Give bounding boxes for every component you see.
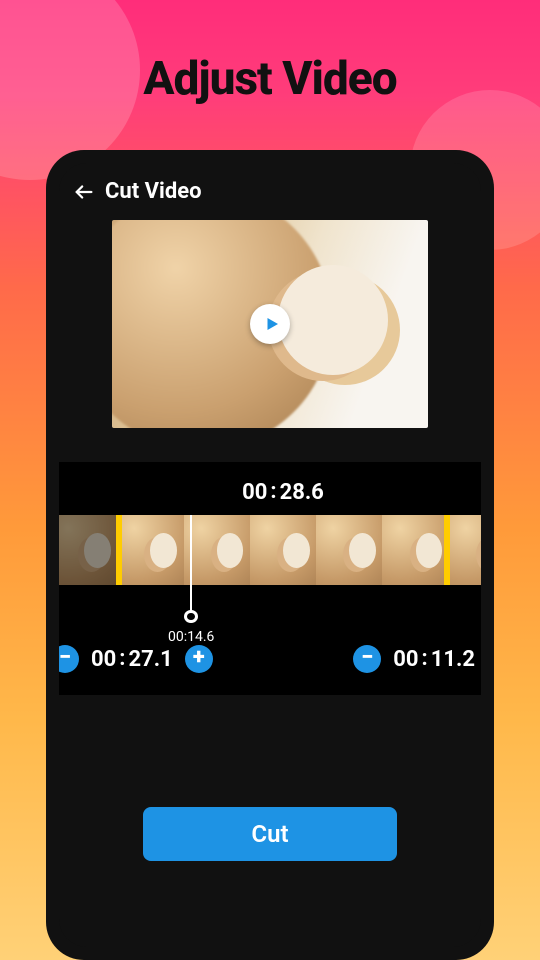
phone-frame: Cut Video 00:28.6 [46, 150, 494, 960]
end-time-value: 00:11.2 [393, 647, 475, 672]
app-bar: Cut Video [59, 163, 481, 212]
back-arrow-icon[interactable] [73, 181, 95, 203]
selection-end-handle[interactable] [444, 515, 450, 585]
trim-controls: − 00:27.1 + − 00:11.2 + [59, 645, 481, 673]
end-ss: 11.2 [431, 647, 475, 672]
playhead-line [190, 515, 192, 614]
duration-mm: 00 [242, 480, 267, 505]
timeline-thumb [449, 515, 481, 585]
selection-start-handle[interactable] [116, 515, 122, 585]
start-mm: 00 [91, 647, 116, 672]
timeline-thumb [250, 515, 316, 585]
end-time-control: − 00:11.2 + [353, 645, 481, 673]
total-duration: 00:28.6 [59, 480, 481, 505]
plus-icon: + [193, 647, 205, 669]
playhead[interactable]: 00:14.6 [190, 515, 192, 645]
play-button[interactable] [250, 304, 290, 344]
timeline-thumb [59, 515, 117, 585]
cut-button[interactable]: Cut [143, 807, 397, 861]
timeline-thumb [316, 515, 382, 585]
app-screen: Cut Video 00:28.6 [59, 163, 481, 947]
duration-ss: 28.6 [280, 480, 324, 505]
start-ss: 27.1 [128, 647, 172, 672]
start-plus-button[interactable]: + [185, 645, 213, 673]
video-preview[interactable] [112, 220, 428, 428]
timeline-thumb [382, 515, 448, 585]
promo-title: Adjust Video [0, 0, 540, 106]
start-minus-button[interactable]: − [59, 645, 79, 673]
minus-icon: − [361, 647, 373, 669]
minus-icon: − [59, 647, 71, 669]
start-time-value: 00:27.1 [91, 647, 173, 672]
appbar-title: Cut Video [105, 179, 202, 204]
start-time-control: − 00:27.1 + [59, 645, 213, 673]
timeline[interactable]: 00:14.6 [59, 515, 481, 585]
end-mm: 00 [393, 647, 418, 672]
timeline-thumb [184, 515, 250, 585]
end-minus-button[interactable]: − [353, 645, 381, 673]
trim-panel: 00:28.6 00:14.6 [59, 462, 481, 695]
playhead-dot-icon [184, 610, 198, 623]
timeline-thumb [117, 515, 183, 585]
playhead-time: 00:14.6 [168, 629, 214, 645]
